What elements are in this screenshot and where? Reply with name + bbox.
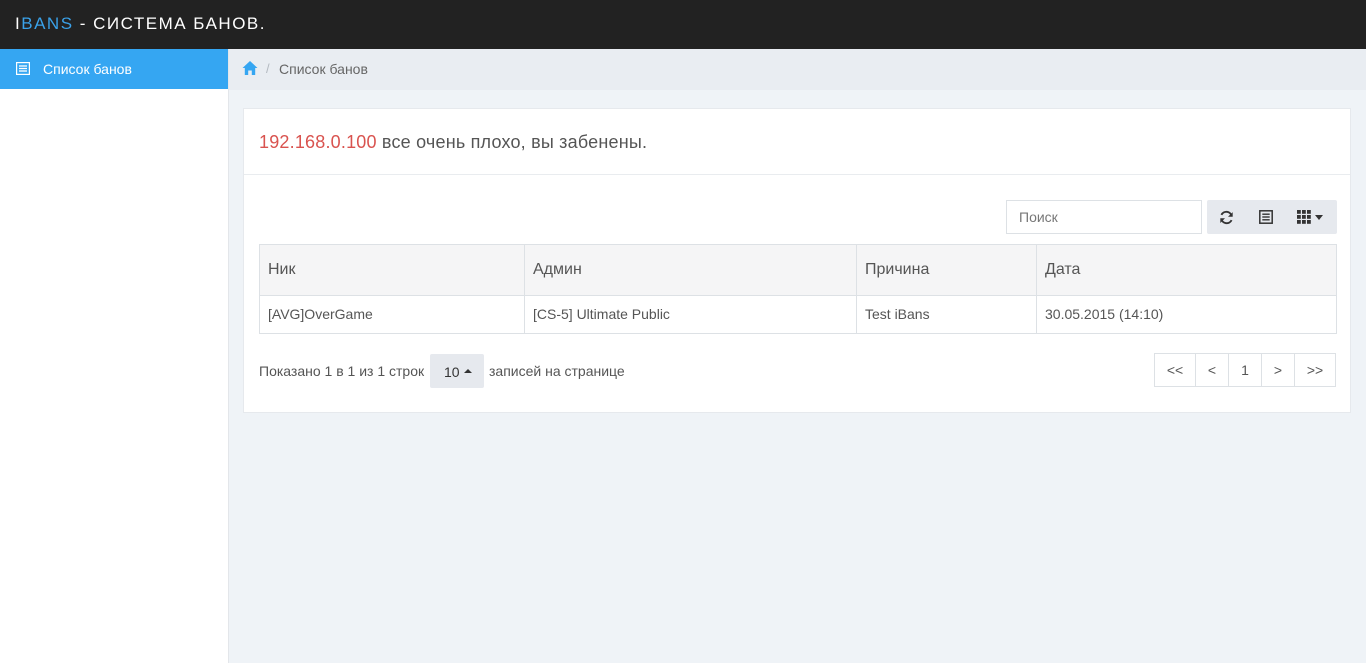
- page-first-button[interactable]: <<: [1154, 353, 1196, 387]
- page-size-dropdown[interactable]: 10: [430, 354, 484, 388]
- toggle-view-icon: [1259, 210, 1273, 224]
- page-1-button[interactable]: 1: [1228, 353, 1262, 387]
- table-header-row: Ник Админ Причина Дата: [260, 245, 1336, 296]
- ban-ip: 192.168.0.100: [259, 132, 377, 152]
- sidebar-item-ban-list[interactable]: Список банов: [0, 49, 228, 89]
- cell-admin: [CS-5] Ultimate Public: [525, 296, 857, 333]
- refresh-button[interactable]: [1207, 200, 1247, 234]
- breadcrumb: / Список банов: [229, 49, 1366, 90]
- bans-table: Ник Админ Причина Дата [AVG]OverGame [CS…: [259, 244, 1337, 334]
- ban-notice: 192.168.0.100 все очень плохо, вы забене…: [259, 132, 647, 153]
- chevron-down-icon: [1315, 215, 1323, 220]
- page-last-button[interactable]: >>: [1294, 353, 1336, 387]
- ban-notice-text: все очень плохо, вы забенены.: [376, 132, 648, 152]
- main-panel: 192.168.0.100 все очень плохо, вы забене…: [243, 108, 1351, 413]
- list-icon: [16, 62, 30, 75]
- sidebar-item-label: Список банов: [43, 61, 132, 77]
- cell-reason: Test iBans: [857, 296, 1037, 333]
- sidebar: Список банов: [0, 49, 229, 663]
- breadcrumb-separator: /: [266, 61, 270, 76]
- column-header-nick[interactable]: Ник: [260, 245, 525, 295]
- panel-header: 192.168.0.100 все очень плохо, вы забене…: [244, 109, 1350, 175]
- cell-date: 30.05.2015 (14:10): [1045, 306, 1164, 322]
- columns-button[interactable]: [1285, 200, 1337, 234]
- page-next-button[interactable]: >: [1261, 353, 1295, 387]
- table-row[interactable]: [AVG]OverGame [CS-5] Ultimate Public Tes…: [260, 296, 1336, 333]
- cell-nick: [AVG]OverGame: [260, 296, 525, 333]
- caret-up-icon: [464, 369, 472, 373]
- page-size-value: 10: [444, 364, 460, 380]
- column-header-date[interactable]: Дата: [1037, 245, 1336, 295]
- columns-icon: [1297, 210, 1311, 224]
- pagination-info: Показано 1 в 1 из 1 строк: [259, 363, 425, 379]
- page-size-label: записей на странице: [489, 363, 625, 379]
- refresh-icon: [1220, 210, 1233, 225]
- page-prev-button[interactable]: <: [1195, 353, 1229, 387]
- brand-logo[interactable]: IBANS - СИСТЕМА БАНОВ.: [15, 14, 266, 34]
- breadcrumb-current: Список банов: [279, 61, 368, 77]
- top-navbar: IBANS - СИСТЕМА БАНОВ.: [0, 0, 1366, 49]
- column-header-admin[interactable]: Админ: [525, 245, 857, 295]
- search-input[interactable]: [1006, 200, 1202, 234]
- table-toolbar: [1207, 200, 1337, 234]
- home-icon[interactable]: [242, 60, 258, 76]
- toggle-view-button[interactable]: [1247, 200, 1285, 234]
- column-header-reason[interactable]: Причина: [857, 245, 1037, 295]
